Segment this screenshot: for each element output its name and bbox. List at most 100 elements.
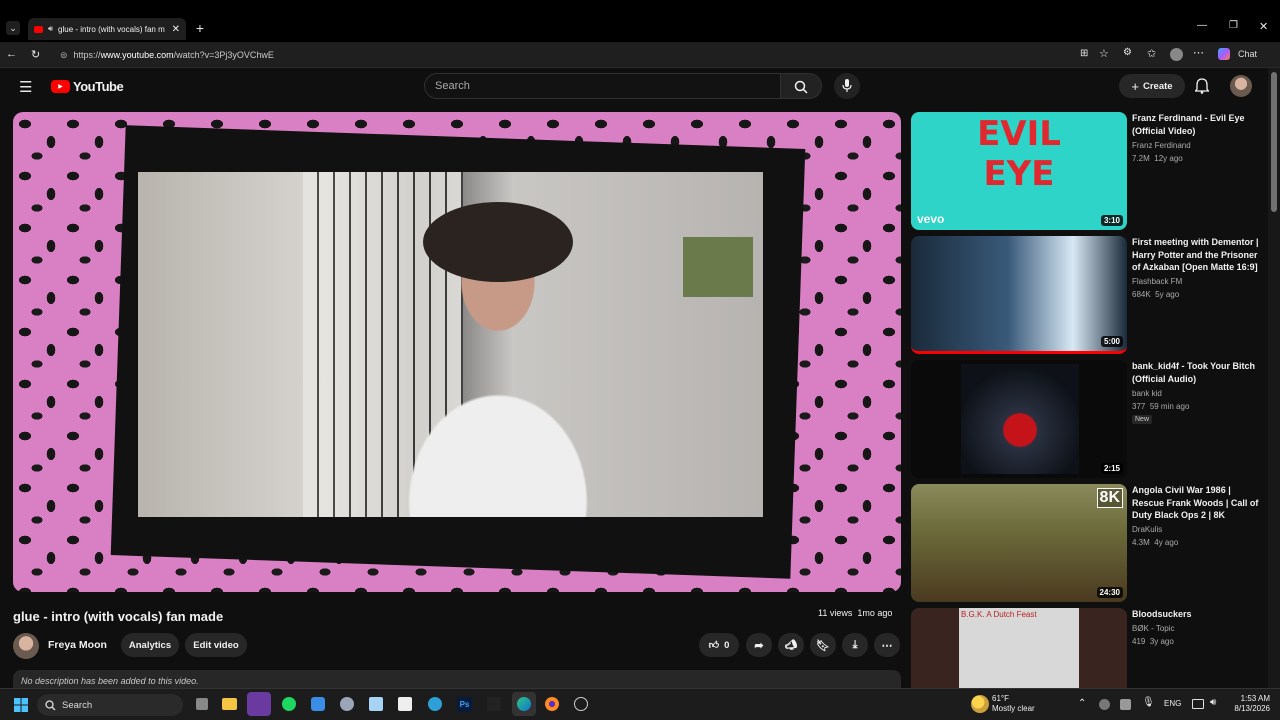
microphone-tray-icon[interactable]: 🎙︎ bbox=[1142, 697, 1155, 708]
recommended-channel[interactable]: Franz Ferdinand bbox=[1132, 141, 1191, 150]
more-actions-button[interactable]: ⋯ bbox=[874, 633, 900, 657]
recommended-video[interactable]: 5:00 First meeting with Dementor | Harry… bbox=[911, 236, 1267, 354]
video-thumbnail[interactable]: 2:15 bbox=[911, 360, 1127, 478]
photoshop-icon[interactable]: Ps bbox=[457, 697, 472, 712]
maximize-icon[interactable]: ❐ bbox=[1229, 20, 1238, 31]
recommended-video[interactable]: B.G.K. A Dutch Feast Bloodsuckers BØK - … bbox=[911, 608, 1267, 688]
page-scrollbar[interactable] bbox=[1268, 68, 1280, 688]
minimize-icon[interactable]: — bbox=[1197, 20, 1207, 31]
show-hidden-icons-chevron[interactable]: ⌃ bbox=[1078, 698, 1086, 709]
recommended-channel[interactable]: Flashback FM bbox=[1132, 277, 1182, 286]
recommended-channel[interactable]: BØK - Topic bbox=[1132, 624, 1175, 633]
network-icon[interactable] bbox=[1192, 699, 1204, 709]
weather-icon[interactable] bbox=[971, 695, 989, 713]
recommended-video[interactable]: 8K 24:30 Angola Civil War 1986 | Rescue … bbox=[911, 484, 1267, 602]
recommended-video[interactable]: 2:15 bank_kid4f - Took Your Bitch (Offic… bbox=[911, 360, 1267, 478]
download-button[interactable]: ⤓ bbox=[842, 633, 868, 657]
speaker-icon[interactable]: 🔊︎ bbox=[48, 24, 53, 34]
recommended-title[interactable]: bank_kid4f - Took Your Bitch (Official A… bbox=[1132, 360, 1264, 385]
tab-title: glue - intro (with vocals) fan m bbox=[58, 24, 165, 34]
recommended-title[interactable]: Angola Civil War 1986 | Rescue Frank Woo… bbox=[1132, 484, 1264, 522]
recommended-title[interactable]: Franz Ferdinand - Evil Eye (Official Vid… bbox=[1132, 112, 1264, 137]
analytics-button[interactable]: Analytics bbox=[121, 633, 179, 657]
video-content bbox=[138, 172, 763, 517]
recommended-video[interactable]: EVIL EYE vevo 3:10 Franz Ferdinand - Evi… bbox=[911, 112, 1267, 230]
thumbs-up-icon: 👍︎ bbox=[708, 640, 720, 651]
browser-tab-active[interactable]: 🔊︎ glue - intro (with vocals) fan m ✕ bbox=[28, 18, 186, 40]
channel-name[interactable]: Freya Moon bbox=[48, 639, 107, 651]
weather-widget[interactable]: 61°F Mostly clear bbox=[992, 694, 1035, 714]
close-window-icon[interactable]: ✕ bbox=[1259, 20, 1268, 33]
tab-list-chevron-icon[interactable]: ⌄ bbox=[6, 21, 20, 35]
description-box[interactable]: No description has been added to this vi… bbox=[13, 670, 901, 690]
favorite-star-icon[interactable]: ☆ bbox=[1099, 47, 1109, 60]
task-view-icon[interactable] bbox=[196, 698, 208, 710]
notifications-bell-icon[interactable] bbox=[1195, 78, 1209, 94]
youtube-play-logo-icon: ▶ bbox=[51, 80, 70, 93]
share-icon: ➦ bbox=[754, 639, 764, 652]
new-tab-icon[interactable]: + bbox=[193, 20, 207, 36]
recommended-channel[interactable]: DraKulis bbox=[1132, 525, 1162, 534]
close-tab-icon[interactable]: ✕ bbox=[172, 24, 180, 35]
copilot-icon[interactable] bbox=[1218, 48, 1230, 60]
app-icon[interactable] bbox=[311, 697, 325, 711]
windows-start-icon[interactable] bbox=[14, 698, 28, 712]
create-button[interactable]: + Create bbox=[1119, 74, 1185, 98]
megaphone-icon: 📣︎ bbox=[784, 639, 798, 651]
taskbar-search-box[interactable]: Search bbox=[37, 694, 183, 716]
app-icon[interactable] bbox=[574, 697, 588, 711]
channel-avatar[interactable] bbox=[13, 633, 39, 659]
recommended-stats: 377 59 min ago bbox=[1132, 402, 1189, 411]
edit-video-button[interactable]: Edit video bbox=[185, 633, 247, 657]
windows-taskbar: Search Ps 61°F Mostly clear ⌃ 🎙︎ ENG 🔊︎ … bbox=[0, 688, 1280, 720]
tray-app-icon[interactable] bbox=[1099, 699, 1110, 710]
search-input[interactable]: Search bbox=[424, 73, 781, 99]
video-thumbnail[interactable]: EVIL EYE vevo 3:10 bbox=[911, 112, 1127, 230]
file-explorer-icon[interactable] bbox=[222, 698, 237, 710]
favorites-icon[interactable]: ✩ bbox=[1147, 47, 1156, 60]
video-player[interactable] bbox=[13, 112, 901, 592]
scrollbar-thumb[interactable] bbox=[1271, 72, 1277, 212]
view-count: 7.2M bbox=[1132, 154, 1150, 163]
app-available-icon[interactable]: ⊞ bbox=[1080, 48, 1088, 59]
youtube-logo[interactable]: ▶ YouTube bbox=[51, 79, 124, 94]
app-icon[interactable] bbox=[398, 697, 412, 711]
edge-icon bbox=[517, 697, 531, 711]
firefox-icon[interactable] bbox=[545, 697, 559, 711]
like-button[interactable]: 👍︎ 0 bbox=[699, 633, 739, 657]
spotify-icon[interactable] bbox=[282, 697, 296, 711]
notepad-icon[interactable] bbox=[369, 697, 383, 711]
browser-app-icon[interactable] bbox=[428, 697, 442, 711]
profile-avatar-icon[interactable] bbox=[1170, 48, 1183, 61]
video-thumbnail[interactable]: 8K 24:30 bbox=[911, 484, 1127, 602]
discord-taskbar-icon[interactable] bbox=[247, 692, 271, 716]
chat-label[interactable]: Chat bbox=[1238, 49, 1257, 59]
more-options-icon[interactable]: ⋯ bbox=[1193, 46, 1204, 59]
promote-button[interactable]: 📣︎ bbox=[778, 633, 804, 657]
settings-icon[interactable] bbox=[340, 697, 354, 711]
volume-icon[interactable]: 🔊︎ bbox=[1210, 697, 1216, 708]
edge-active-icon[interactable] bbox=[512, 692, 536, 716]
recommended-title[interactable]: First meeting with Dementor | Harry Pott… bbox=[1132, 236, 1264, 274]
search-button[interactable] bbox=[781, 73, 822, 99]
url-field[interactable]: ⊜ https://www.youtube.com/watch?v=3Pj3yO… bbox=[52, 45, 1212, 65]
audio-app-icon[interactable] bbox=[487, 697, 501, 711]
site-info-icon[interactable]: ⊜ bbox=[60, 50, 68, 61]
recommended-channel[interactable]: bank kid bbox=[1132, 389, 1162, 398]
back-icon[interactable]: ← bbox=[6, 48, 17, 60]
new-badge: New bbox=[1132, 415, 1153, 424]
reload-icon[interactable]: ↻ bbox=[31, 48, 40, 61]
save-button[interactable]: 🔖︎ bbox=[810, 633, 836, 657]
account-avatar[interactable] bbox=[1230, 75, 1252, 97]
recommended-title[interactable]: Bloodsuckers bbox=[1132, 608, 1264, 621]
voice-search-button[interactable] bbox=[834, 73, 860, 99]
language-indicator[interactable]: ENG bbox=[1164, 699, 1181, 708]
video-thumbnail[interactable]: 5:00 bbox=[911, 236, 1127, 354]
video-thumbnail[interactable]: B.G.K. A Dutch Feast bbox=[911, 608, 1127, 688]
menu-hamburger-icon[interactable]: ☰ bbox=[19, 78, 32, 96]
youtube-logo-text: YouTube bbox=[73, 79, 124, 94]
share-button[interactable]: ➦ bbox=[746, 633, 772, 657]
extensions-icon[interactable]: ⚙ bbox=[1123, 47, 1132, 58]
tray-app-icon[interactable] bbox=[1120, 699, 1131, 710]
clock[interactable]: 1:53 AM 8/13/2026 bbox=[1230, 694, 1270, 714]
